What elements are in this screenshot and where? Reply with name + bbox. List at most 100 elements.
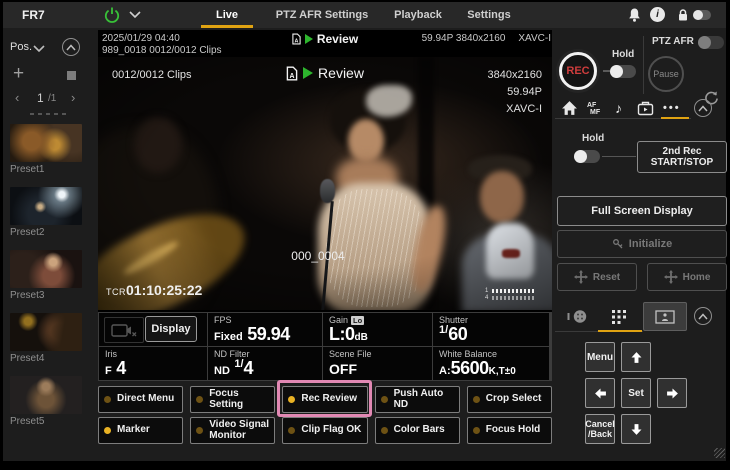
right-button[interactable] — [657, 378, 687, 408]
full-screen-display-button[interactable]: Full Screen Display — [557, 196, 727, 226]
tab-ptz-afr-settings[interactable]: PTZ AFR Settings — [262, 2, 382, 28]
preset-thumbnail[interactable] — [10, 313, 82, 351]
framing-tab-button[interactable] — [643, 302, 687, 331]
button-label: Focus Setting — [209, 389, 269, 410]
ptz-afr-toggle[interactable] — [698, 36, 724, 49]
right-arrow-icon — [666, 387, 679, 400]
reset-button[interactable]: Reset — [557, 263, 637, 291]
white-balance-cell[interactable]: White Balance A:5600K,T±0 — [433, 347, 549, 380]
button-rec-review[interactable]: Rec Review — [282, 386, 367, 413]
preset-group-chevron-down-icon[interactable] — [33, 45, 45, 53]
tab-playback[interactable]: Playback — [387, 2, 449, 28]
lock-toggle[interactable] — [693, 10, 711, 20]
button-label: Focus Hold — [486, 425, 540, 436]
live-monitor[interactable]: 0012/0012 Clips A Review 3840x2160 59.94… — [98, 57, 552, 310]
gain-cell[interactable]: GainLo L:0dB — [323, 313, 432, 346]
gain-value: L:0 — [329, 324, 355, 344]
move-arrows-icon — [574, 270, 588, 284]
more-tab-icon[interactable]: ••• — [663, 102, 681, 114]
af-mf-icon[interactable]: AF MF — [587, 102, 600, 117]
home-position-button[interactable]: Home — [647, 263, 727, 291]
button-crop-select[interactable]: Crop Select — [467, 386, 552, 413]
page-current: 1 — [37, 91, 44, 105]
preset-item-2[interactable]: Preset2 — [10, 187, 82, 238]
preset-thumbnail[interactable] — [10, 250, 82, 288]
display-button[interactable]: Display — [145, 316, 197, 342]
preset-group-label[interactable]: Pos. — [10, 41, 32, 53]
notifications-bell-icon[interactable] — [627, 7, 642, 23]
pause-button[interactable]: Pause — [648, 56, 684, 92]
sidebar-collapse-button[interactable] — [62, 38, 80, 56]
button-marker[interactable]: Marker — [98, 417, 183, 444]
rec2-hold-toggle[interactable] — [574, 150, 600, 163]
osd-codec: XAVC-I — [488, 101, 542, 118]
toggle-connector — [603, 70, 610, 72]
iris-value: 4 — [116, 358, 126, 378]
cancel-back-button[interactable]: Cancel /Back — [585, 414, 615, 444]
preset-item-4[interactable]: Preset4 — [10, 313, 82, 364]
button-push-auto-nd[interactable]: Push Auto ND — [375, 386, 460, 413]
preset-label: Preset4 — [10, 353, 82, 364]
preset-sidebar: Pos. + ‹ 1 /1 › Preset1 Preset2 Preset3 … — [3, 28, 95, 459]
page-next-icon[interactable]: › — [71, 90, 75, 105]
dot-grid-tab-icon[interactable] — [612, 310, 626, 324]
iris-cell[interactable]: Iris F 4 — [99, 347, 207, 380]
media-card-icon: A — [286, 66, 298, 81]
initialize-button[interactable]: Initialize — [557, 230, 727, 258]
codec-text: XAVC-I — [518, 33, 551, 44]
nd-numerator: 1/ — [234, 358, 243, 370]
button-focus-setting[interactable]: Focus Setting — [190, 386, 275, 413]
power-chevron-down-icon[interactable] — [129, 11, 141, 19]
page-prev-icon[interactable]: ‹ — [15, 90, 19, 105]
audio-note-icon[interactable]: ♪ — [615, 100, 622, 116]
panel-collapse-button[interactable] — [694, 99, 712, 117]
timecode-value: 01:10:25:22 — [126, 282, 202, 298]
window-resize-grip[interactable] — [714, 448, 725, 458]
preset-item-1[interactable]: Preset1 — [10, 124, 82, 175]
second-rec-button[interactable]: 2nd Rec START/STOP — [637, 141, 727, 173]
trackball-tab-icon[interactable] — [567, 309, 589, 324]
power-button[interactable] — [103, 6, 121, 24]
rec2-hold-label: Hold — [582, 133, 604, 144]
preset-label: Preset2 — [10, 227, 82, 238]
add-preset-button[interactable]: + — [13, 65, 31, 83]
preset-thumbnail[interactable] — [10, 376, 82, 414]
set-button[interactable]: Set — [621, 378, 651, 408]
button-direct-menu[interactable]: Direct Menu — [98, 386, 183, 413]
monitor-column: 2025/01/29 04:40 989_0018 0012/0012 Clip… — [95, 28, 555, 452]
menu-button[interactable]: Menu — [585, 342, 615, 372]
stop-icon[interactable] — [67, 71, 76, 80]
button-label: Marker — [117, 425, 150, 436]
header-format: 59.94P 3840x2160XAVC-I — [422, 33, 551, 44]
left-arrow-icon — [594, 387, 607, 400]
home-icon[interactable] — [561, 100, 578, 120]
button-video-signal-monitor[interactable]: Video Signal Monitor — [190, 417, 275, 444]
monitor-tools-cell: Display — [99, 313, 207, 346]
osd-review-label: Review — [318, 65, 364, 81]
info-icon[interactable]: i — [650, 7, 665, 22]
scene-file-cell[interactable]: Scene File OFF — [323, 347, 432, 380]
fps-cell[interactable]: FPS Fixed 59.94 — [208, 313, 322, 346]
button-clip-flag-ok[interactable]: Clip Flag OK — [282, 417, 367, 444]
rec-hold-toggle[interactable] — [610, 65, 636, 78]
shutter-denominator: 60 — [448, 324, 467, 344]
left-button[interactable] — [585, 378, 615, 408]
button-color-bars[interactable]: Color Bars — [375, 417, 460, 444]
shutter-cell[interactable]: Shutter 1/60 — [433, 313, 549, 346]
nd-filter-cell[interactable]: ND Filter ND 1/4 — [208, 347, 322, 380]
up-button[interactable] — [621, 342, 651, 372]
led-indicator — [104, 396, 111, 403]
tab-settings[interactable]: Settings — [452, 2, 526, 28]
preset-thumbnail[interactable] — [10, 124, 82, 162]
divider — [643, 36, 644, 94]
assignable-buttons: Direct Menu Focus Setting Rec Review Pus… — [98, 386, 552, 444]
preset-item-3[interactable]: Preset3 — [10, 250, 82, 301]
down-button[interactable] — [621, 414, 651, 444]
rec-button[interactable]: REC — [559, 52, 597, 90]
initialize-label: Initialize — [629, 238, 672, 250]
button-focus-hold[interactable]: Focus Hold — [467, 417, 552, 444]
tab-live[interactable]: Live — [197, 2, 257, 28]
pad-collapse-button[interactable] — [694, 307, 712, 325]
preset-thumbnail[interactable] — [10, 187, 82, 225]
preset-item-5[interactable]: Preset5 — [10, 376, 82, 427]
